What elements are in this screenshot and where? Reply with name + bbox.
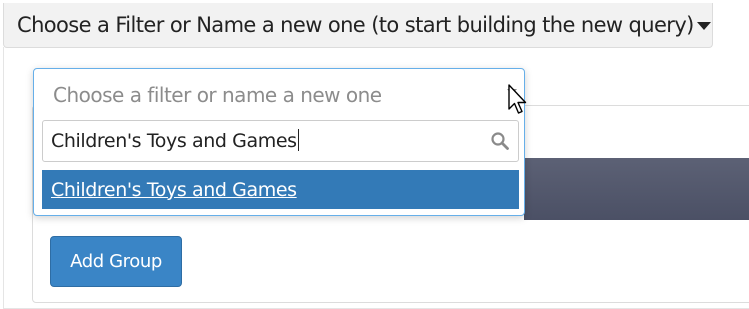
- caret-down-icon: [696, 22, 711, 30]
- filter-chooser-toggle[interactable]: Choose a Filter or Name a new one (to st…: [3, 3, 713, 48]
- mouse-pointer-icon: [508, 84, 527, 114]
- filter-chooser-label: Choose a Filter or Name a new one (to st…: [17, 13, 694, 37]
- group-header-band: [524, 158, 749, 220]
- text-cursor: [297, 129, 299, 151]
- filter-search-input[interactable]: Children's Toys and Games: [42, 120, 519, 162]
- filter-select-placeholder[interactable]: Choose a filter or name a new one: [53, 83, 382, 107]
- filter-search-value[interactable]: Children's Toys and Games: [51, 129, 299, 152]
- add-group-button[interactable]: Add Group: [50, 236, 182, 287]
- search-icon: [491, 132, 509, 150]
- filter-select-dropdown[interactable]: Choose a filter or name a new one Childr…: [33, 68, 525, 216]
- filter-option[interactable]: Children's Toys and Games: [42, 170, 519, 209]
